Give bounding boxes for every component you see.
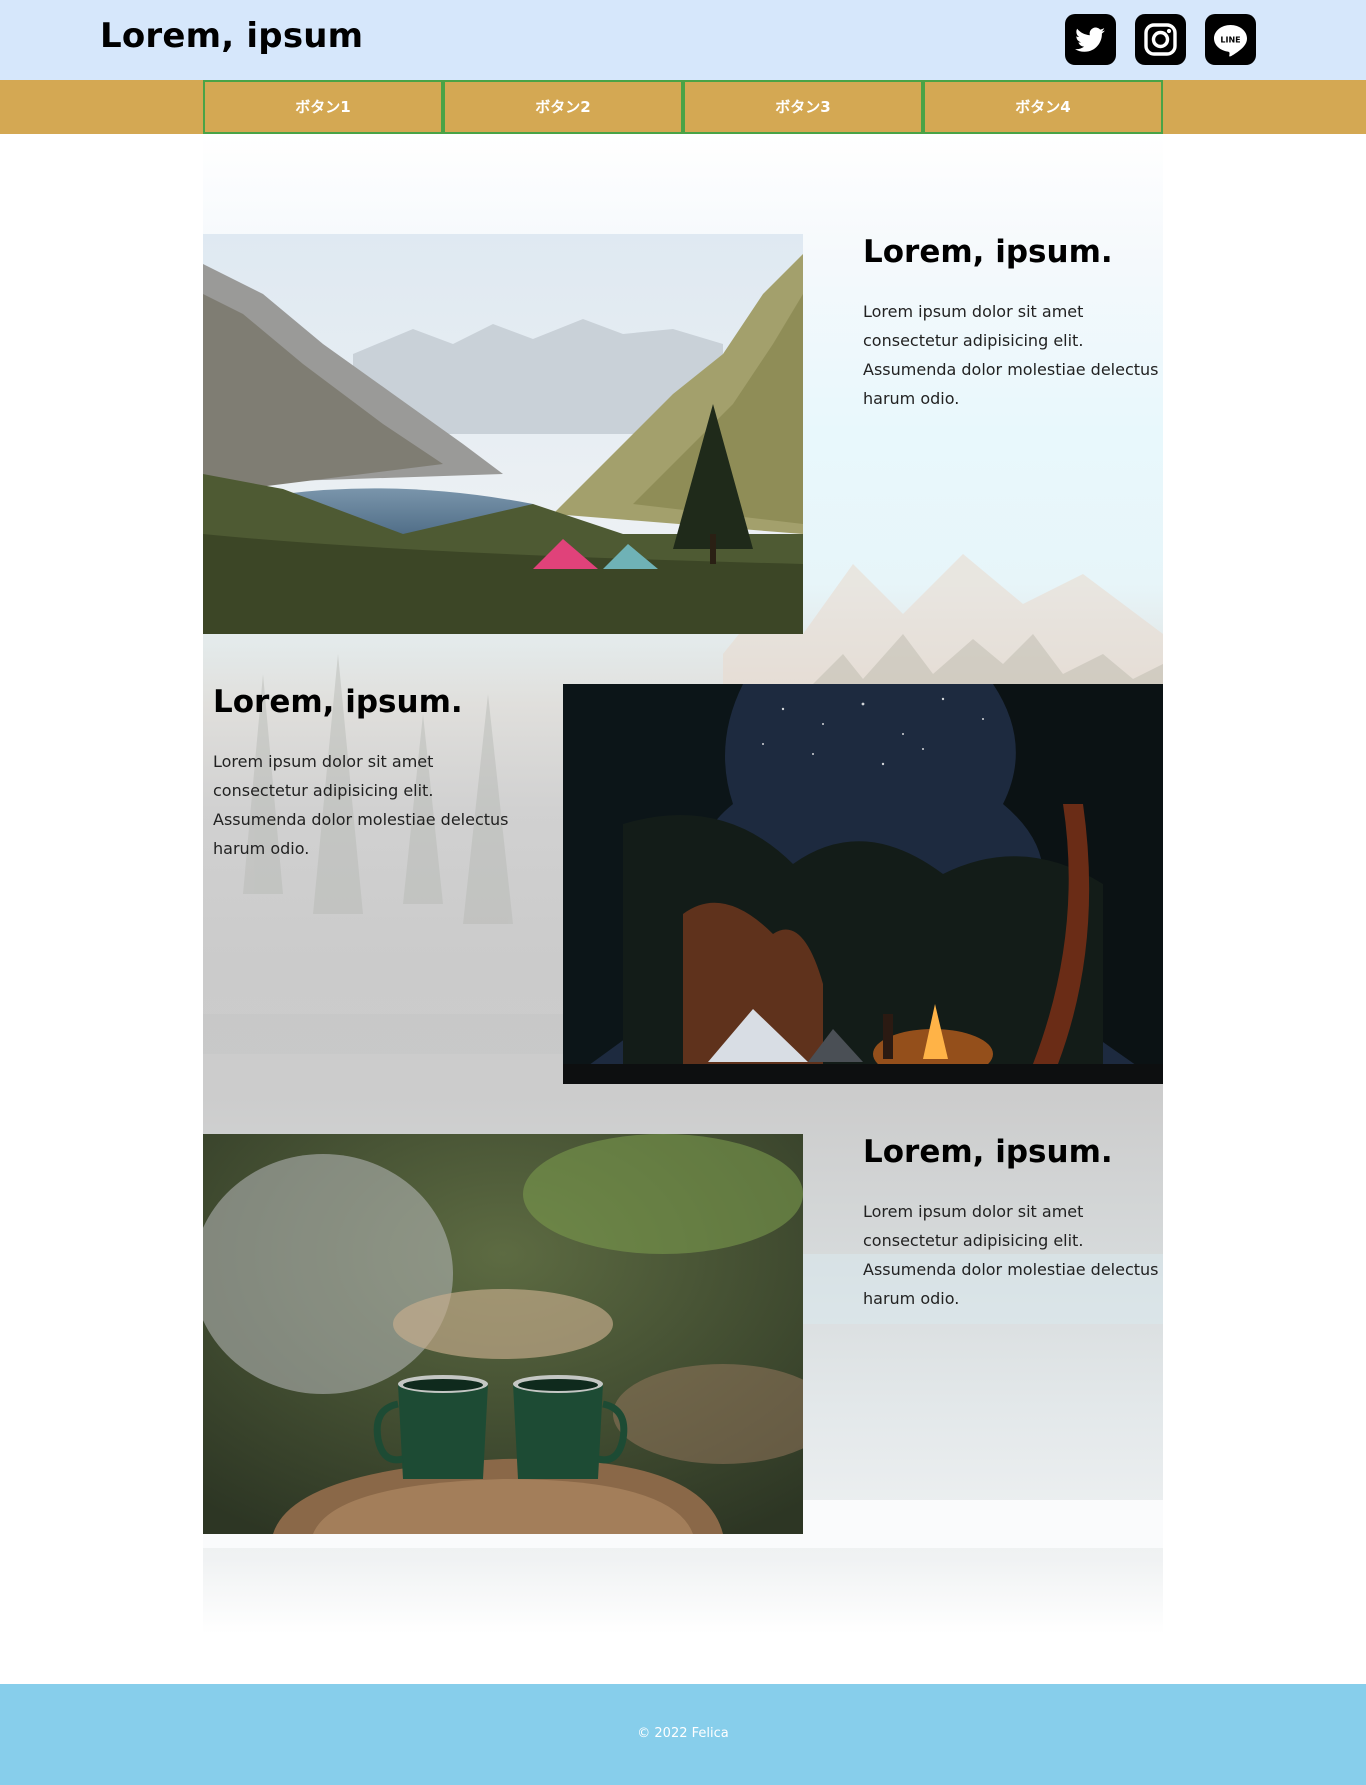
instagram-icon — [1144, 23, 1177, 56]
section-2-title: Lorem, ipsum. — [213, 684, 463, 720]
twitter-link[interactable] — [1065, 14, 1116, 65]
section-2-text: Lorem ipsum dolor sit amet consectetur a… — [213, 752, 509, 858]
nav-button-4[interactable]: ボタン4 — [923, 80, 1163, 134]
main-nav: ボタン1 ボタン2 ボタン3 ボタン4 — [0, 80, 1366, 134]
instagram-link[interactable] — [1135, 14, 1186, 65]
nav-button-1[interactable]: ボタン1 — [203, 80, 443, 134]
site-title: Lorem, ipsum — [100, 16, 364, 56]
nav-button-2[interactable]: ボタン2 — [443, 80, 683, 134]
section-1-title: Lorem, ipsum. — [863, 234, 1113, 270]
site-footer: © 2022 Felica — [0, 1684, 1366, 1785]
nav-button-3[interactable]: ボタン3 — [683, 80, 923, 134]
twitter-icon — [1075, 27, 1105, 52]
section-3-title: Lorem, ipsum. — [863, 1134, 1113, 1170]
line-icon: LINE — [1214, 25, 1247, 57]
section-3-text: Lorem ipsum dolor sit amet consectetur a… — [863, 1202, 1159, 1308]
copyright-text: © 2022 Felica — [637, 1726, 729, 1741]
line-icon-label: LINE — [1220, 35, 1240, 44]
line-link[interactable]: LINE — [1205, 14, 1256, 65]
site-header: Lorem, ipsum LINE — [0, 0, 1366, 80]
section-1-text: Lorem ipsum dolor sit amet consectetur a… — [863, 302, 1159, 408]
section-2-image — [563, 684, 1163, 1084]
section-1-image — [203, 234, 803, 634]
section-3-image — [203, 1134, 803, 1534]
